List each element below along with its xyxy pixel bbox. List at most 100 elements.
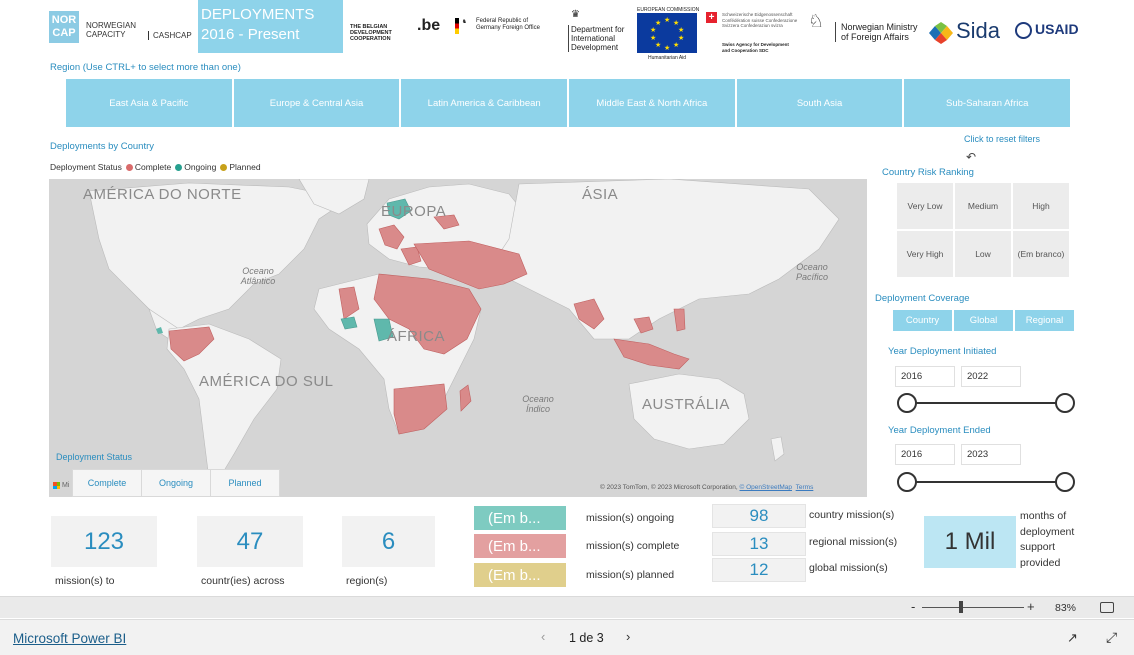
region-east-asia-pacific[interactable]: East Asia & Pacific — [66, 79, 232, 127]
map-canvas — [88, 179, 840, 480]
risk-high[interactable]: High — [1013, 183, 1069, 229]
region-europe-central-asia[interactable]: Europe & Central Asia — [233, 79, 400, 127]
zoom-out-button[interactable]: - — [911, 599, 915, 614]
page-indicator: 1 de 3 — [569, 631, 604, 645]
zoom-level: 83% — [1055, 602, 1077, 614]
microsoft-logo: Mi — [53, 482, 69, 489]
ongoing-dot-icon — [175, 164, 183, 172]
legend-label-ongoing: Ongoing — [184, 162, 217, 172]
land-new-zealand — [770, 436, 785, 462]
year-ended-to-input[interactable]: 2023 — [961, 444, 1021, 465]
risk-blank[interactable]: (Em branco) — [1013, 231, 1069, 277]
year-initiated-slider-end[interactable] — [1055, 393, 1075, 413]
microsoft-squares-icon — [53, 482, 60, 489]
year-initiated-slider-start[interactable] — [897, 393, 917, 413]
year-initiated-to-input[interactable]: 2022 — [961, 366, 1021, 387]
planned-status-card: (Em b... — [474, 563, 566, 587]
countries-count-caption: countr(ies) across — [201, 575, 285, 587]
deployment-status-label: Deployment Status — [56, 452, 133, 462]
risk-low[interactable]: Low — [955, 231, 1011, 277]
sida-mark-icon — [929, 22, 953, 44]
status-planned-button[interactable]: Planned — [210, 469, 280, 497]
usaid-logo: USAID — [1035, 21, 1079, 37]
year-ended-from-input[interactable]: 2016 — [895, 444, 955, 465]
previous-page-button[interactable]: ‹ — [541, 629, 545, 644]
global-missions-caption: global mission(s) — [809, 562, 888, 574]
fullscreen-icon[interactable]: ⤢ — [1106, 629, 1117, 646]
norway-ministry-logo: Norwegian Ministry of Foreign Affairs — [835, 22, 921, 42]
status-ongoing-button[interactable]: Ongoing — [141, 469, 211, 497]
eu-flag-icon: ★ ★ ★ ★ ★ ★ ★ ★ ★ ★ — [637, 13, 697, 53]
risk-very-low[interactable]: Very Low — [897, 183, 953, 229]
regional-missions-card: 13 — [712, 532, 806, 556]
swiss-cross-icon: + — [706, 12, 717, 23]
region-filter-label: Region (Use CTRL+ to select more than on… — [50, 62, 241, 73]
complete-dot-icon — [125, 164, 133, 172]
crown-icon: ♛ — [571, 9, 580, 20]
zoom-in-button[interactable]: + — [1027, 599, 1035, 614]
label-north-america: AMÉRICA DO NORTE — [83, 186, 242, 203]
label-asia: ÁSIA — [582, 186, 619, 203]
year-ended-slider-track[interactable] — [907, 481, 1065, 483]
next-page-button[interactable]: › — [626, 629, 630, 644]
region-middle-east-north-africa[interactable]: Middle East & North Africa — [569, 79, 735, 127]
label-australia: AUSTRÁLIA — [642, 396, 730, 413]
coverage-regional-button[interactable]: Regional — [1015, 310, 1074, 331]
legend-item-planned: Planned — [220, 162, 261, 172]
usaid-seal-icon — [1015, 22, 1032, 39]
power-bi-link[interactable]: Microsoft Power BI — [13, 631, 126, 646]
map-copyright: © 2023 TomTom, © 2023 Microsoft Corporat… — [600, 484, 813, 491]
eu-humanitarian-label: Humanitarian Aid — [648, 55, 687, 61]
region-latin-america-caribbean[interactable]: Latin America & Caribbean — [401, 79, 568, 127]
risk-medium[interactable]: Medium — [955, 183, 1011, 229]
region-sub-saharan-africa[interactable]: Sub-Saharan Africa — [904, 79, 1071, 127]
swiss-confederation-logo: Schweizerische Eidgenossenschaft Confédé… — [722, 12, 798, 28]
legend-label-complete: Complete — [134, 162, 172, 172]
deployments-banner: DEPLOYMENTS 2016 - Present — [198, 0, 343, 53]
header: NOR CAP NORWEGIAN CAPACITY CASHCAP DEPLO… — [0, 0, 1134, 61]
share-icon[interactable]: ↗ — [1067, 630, 1078, 646]
risk-ranking-label: Country Risk Ranking — [882, 167, 974, 178]
risk-ranking-filter: Very Low Medium High Very High Low (Em b… — [897, 183, 1070, 277]
regional-missions-caption: regional mission(s) — [809, 536, 898, 548]
reset-filters-link[interactable]: Click to reset filters — [964, 134, 1040, 144]
terms-link[interactable]: Terms — [796, 484, 814, 491]
global-missions-card: 12 — [712, 558, 806, 582]
land-north-america — [88, 182, 350, 330]
coverage-filter: Country Global Regional — [893, 310, 1074, 331]
year-initiated-slider-track[interactable] — [907, 402, 1065, 404]
banner-title: DEPLOYMENTS — [201, 6, 315, 23]
norcap-logo: NOR CAP — [49, 11, 79, 43]
year-initiated-from-input[interactable]: 2016 — [895, 366, 955, 387]
months-support-card: 1 Mil — [924, 516, 1016, 568]
be-logo: .be — [417, 17, 441, 34]
region-filter: East Asia & Pacific Europe & Central Asi… — [66, 79, 1071, 127]
reset-undo-icon[interactable]: ↶ — [966, 150, 976, 164]
missions-count-card: 123 — [51, 516, 157, 567]
countries-count-card: 47 — [197, 516, 303, 567]
region-south-asia[interactable]: South Asia — [736, 79, 903, 127]
norway-lion-icon: ♘ — [808, 11, 825, 31]
label-south-america: AMÉRICA DO SUL — [199, 373, 334, 390]
year-ended-slider-start[interactable] — [897, 472, 917, 492]
norcap-logo-text: NORWEGIAN CAPACITY — [86, 21, 136, 39]
norcap-text-line1: NORWEGIAN — [86, 21, 137, 30]
coverage-global-button[interactable]: Global — [954, 310, 1013, 331]
norcap-text-line2: CAPACITY — [86, 30, 126, 39]
status-complete-button[interactable]: Complete — [72, 469, 142, 497]
microsoft-logo-text: Mi — [62, 482, 70, 489]
year-ended-slider-end[interactable] — [1055, 472, 1075, 492]
osm-link[interactable]: © OpenStreetMap — [740, 484, 792, 491]
label-atlantic-ocean: Oceano Atlântico — [240, 266, 276, 286]
fit-to-page-icon[interactable] — [1100, 602, 1114, 613]
world-map[interactable]: AMÉRICA DO NORTE AMÉRICA DO SUL EUROPA Á… — [49, 179, 867, 497]
banner-subtitle: 2016 - Present — [201, 26, 300, 43]
risk-very-high[interactable]: Very High — [897, 231, 953, 277]
zoom-slider-track[interactable] — [922, 607, 1024, 608]
ongoing-status-caption: mission(s) ongoing — [586, 512, 675, 524]
zoom-slider-thumb[interactable] — [959, 601, 963, 613]
coverage-country-button[interactable]: Country — [893, 310, 952, 331]
map-legend: Deployment Status Complete Ongoing Plann… — [50, 162, 261, 172]
germany-foreign-office-logo: Federal Republic of Germany Foreign Offi… — [476, 18, 540, 31]
cashcap-logo: CASHCAP — [148, 31, 192, 40]
